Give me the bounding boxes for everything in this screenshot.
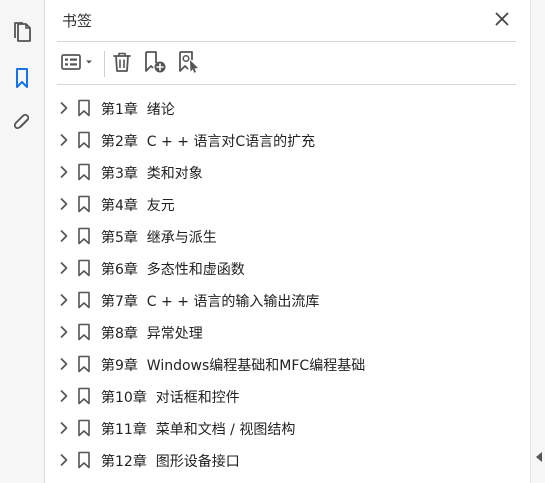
bookmark-icon <box>76 227 92 245</box>
bookmark-item[interactable]: 第11章 菜单和文档 / 视图结构 <box>45 412 530 444</box>
bookmark-label: 第1章 绪论 <box>101 102 175 118</box>
bookmark-from-selection-icon <box>176 49 202 79</box>
chevron-right-icon[interactable] <box>57 292 71 308</box>
bookmark-label: 第8章 异常处理 <box>101 326 203 342</box>
new-bookmark-button[interactable] <box>141 50 169 78</box>
chevron-right-icon[interactable] <box>57 132 71 148</box>
header-divider <box>57 41 516 42</box>
bookmark-label: 第6章 多态性和虚函数 <box>101 262 245 278</box>
bookmark-label: 第9章 Windows编程基础和MFC编程基础 <box>101 358 366 374</box>
delete-icon <box>111 50 133 78</box>
bookmark-item[interactable]: 第5章 继承与派生 <box>45 220 530 252</box>
toolbar-divider <box>57 84 516 85</box>
bookmark-label: 第2章 C + + 语言对C语言的扩充 <box>101 134 316 150</box>
bookmark-icon <box>12 66 32 94</box>
bookmark-icon <box>76 99 92 117</box>
bookmark-label: 第10章 对话框和控件 <box>101 390 240 406</box>
bookmark-icon <box>76 163 92 181</box>
bookmark-icon <box>76 387 92 405</box>
bookmark-icon <box>76 291 92 309</box>
attachments-panel-button[interactable] <box>8 112 36 140</box>
bookmark-icon <box>76 259 92 277</box>
attachment-icon <box>11 112 33 140</box>
new-bookmark-icon <box>142 49 168 79</box>
bookmark-icon <box>76 451 92 469</box>
bookmark-from-selection-button[interactable] <box>175 50 203 78</box>
bookmarks-toolbar <box>57 48 516 80</box>
bookmark-item[interactable]: 第12章 图形设备接口 <box>45 444 530 476</box>
chevron-right-icon[interactable] <box>57 260 71 276</box>
bookmark-label: 第7章 C + + 语言的输入输出流库 <box>101 294 320 310</box>
chevron-right-icon[interactable] <box>57 196 71 212</box>
chevron-right-icon[interactable] <box>57 420 71 436</box>
bookmark-item[interactable]: 第9章 Windows编程基础和MFC编程基础 <box>45 348 530 380</box>
bookmarks-panel: 书签 第1章 绪论 第2章 C + + 语言对C语言的扩充 第3章 类和对象 第… <box>45 0 530 483</box>
bookmark-item[interactable]: 第1章 绪论 <box>45 92 530 124</box>
bookmarks-window: 书签 第1章 绪论 第2章 C + + 语言对C语言的扩充 第3章 类和对象 第… <box>0 0 545 483</box>
bookmark-item[interactable]: 第10章 对话框和控件 <box>45 380 530 412</box>
bookmark-icon <box>76 195 92 213</box>
bookmark-list: 第1章 绪论 第2章 C + + 语言对C语言的扩充 第3章 类和对象 第4章 … <box>45 92 530 476</box>
chevron-right-icon[interactable] <box>57 356 71 372</box>
chevron-right-icon[interactable] <box>57 100 71 116</box>
bookmark-label: 第12章 图形设备接口 <box>101 454 240 470</box>
bookmark-item[interactable]: 第4章 友元 <box>45 188 530 220</box>
bookmark-item[interactable]: 第2章 C + + 语言对C语言的扩充 <box>45 124 530 156</box>
bookmark-label: 第11章 菜单和文档 / 视图结构 <box>101 422 296 438</box>
close-panel-button[interactable] <box>492 10 512 30</box>
bookmark-icon <box>76 323 92 341</box>
bookmark-label: 第4章 友元 <box>101 198 175 214</box>
options-menu-icon <box>60 52 96 76</box>
bookmarks-panel-button[interactable] <box>8 66 36 94</box>
chevron-right-icon[interactable] <box>57 452 71 468</box>
panel-collapse-handle[interactable] <box>535 450 543 464</box>
chevron-right-icon[interactable] <box>57 324 71 340</box>
bookmark-icon <box>76 419 92 437</box>
pages-panel-button[interactable] <box>8 20 36 48</box>
bookmark-item[interactable]: 第3章 类和对象 <box>45 156 530 188</box>
bookmark-label: 第5章 继承与派生 <box>101 230 217 246</box>
pages-icon <box>11 20 33 48</box>
bookmark-item[interactable]: 第6章 多态性和虚函数 <box>45 252 530 284</box>
bookmark-item[interactable]: 第8章 异常处理 <box>45 316 530 348</box>
bookmark-icon <box>76 131 92 149</box>
navigation-rail <box>0 0 45 483</box>
close-icon <box>495 11 509 30</box>
toolbar-separator <box>104 51 105 77</box>
chevron-right-icon[interactable] <box>57 164 71 180</box>
panel-title: 书签 <box>62 12 93 30</box>
bookmark-label: 第3章 类和对象 <box>101 166 203 182</box>
delete-bookmark-button[interactable] <box>109 50 135 78</box>
panel-header: 书签 <box>45 0 530 40</box>
triangle-left-icon <box>535 448 543 467</box>
chevron-right-icon[interactable] <box>57 228 71 244</box>
bookmark-icon <box>76 355 92 373</box>
chevron-right-icon[interactable] <box>57 388 71 404</box>
vertical-scrollbar[interactable] <box>530 0 545 483</box>
options-menu-button[interactable] <box>59 50 97 78</box>
bookmark-item[interactable]: 第7章 C + + 语言的输入输出流库 <box>45 284 530 316</box>
